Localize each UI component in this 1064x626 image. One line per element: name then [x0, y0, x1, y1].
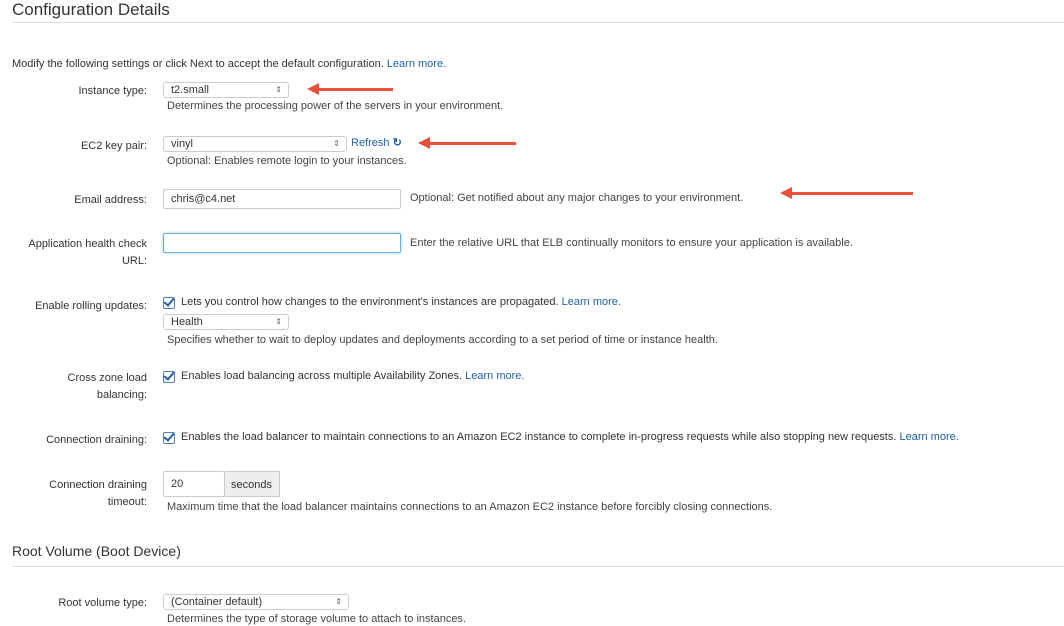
page-title: Configuration Details [12, 0, 170, 19]
cross-zone-label: Cross zone load balancing: [12, 370, 148, 404]
rolling-learn-more-link[interactable]: Learn more. [562, 296, 621, 308]
rolling-updates-checkbox[interactable] [163, 297, 175, 309]
rolling-type-select[interactable]: Health ⇕ [163, 314, 289, 330]
annotation-arrow-icon [418, 137, 516, 149]
refresh-icon: ↻ [392, 137, 402, 149]
root-volume-type-label: Root volume type: [58, 597, 147, 609]
rolling-help: Specifies whether to wait to deploy upda… [167, 334, 718, 346]
connection-draining-checkbox[interactable] [163, 432, 175, 444]
intro-text: Modify the following settings or click N… [12, 58, 446, 70]
draining-timeout-label: Connection draining timeout: [12, 477, 147, 511]
cross-zone-label-line1: Cross zone load [67, 372, 148, 384]
draining-learn-more-link[interactable]: Learn more. [899, 431, 958, 443]
instance-type-label: Instance type: [78, 85, 148, 97]
cross-zone-text: Enables load balancing across multiple A… [181, 370, 524, 382]
annotation-arrow-icon [780, 187, 913, 199]
connection-draining-description: Enables the load balancer to maintain co… [181, 431, 897, 443]
rolling-updates-text: Lets you control how changes to the envi… [181, 296, 621, 308]
draining-timeout-input[interactable]: 20 [163, 471, 225, 497]
health-url-input[interactable] [163, 233, 401, 253]
cross-zone-learn-more-link[interactable]: Learn more. [465, 370, 524, 382]
cross-zone-label-line2: balancing: [96, 389, 147, 401]
select-arrows-icon: ⇕ [335, 597, 342, 606]
draining-timeout-label-line1: Connection draining [49, 479, 147, 491]
cross-zone-description: Enables load balancing across multiple A… [181, 370, 463, 382]
connection-draining-label: Connection draining: [46, 434, 147, 446]
key-pair-label: EC2 key pair: [80, 140, 147, 152]
rolling-type-value: Health [171, 316, 203, 328]
title-divider [12, 22, 1064, 23]
root-volume-type-value: (Container default) [171, 596, 263, 608]
root-volume-type-select[interactable]: (Container default) ⇕ [163, 594, 349, 610]
root-volume-type-help: Determines the type of storage volume to… [167, 613, 466, 625]
email-input[interactable]: chris@c4.net [163, 189, 401, 209]
key-pair-value: vinyl [171, 138, 194, 150]
draining-timeout-help: Maximum time that the load balancer main… [167, 501, 773, 513]
health-url-label-line2: URL: [121, 255, 147, 267]
health-url-label-line1: Application health check [28, 238, 147, 250]
health-url-help: Enter the relative URL that ELB continua… [410, 237, 853, 249]
connection-draining-text: Enables the load balancer to maintain co… [181, 431, 959, 443]
root-volume-title: Root Volume (Boot Device) [12, 543, 181, 559]
instance-type-value: t2.small [171, 84, 209, 96]
health-url-label: Application health check URL: [12, 236, 147, 270]
root-volume-divider [12, 566, 1064, 567]
annotation-arrow-icon [307, 83, 393, 95]
draining-timeout-label-line2: timeout: [107, 496, 147, 508]
intro-learn-more-link[interactable]: Learn more. [387, 58, 446, 70]
select-arrows-icon: ⇕ [275, 317, 282, 326]
instance-type-help: Determines the processing power of the s… [167, 100, 504, 112]
refresh-link[interactable]: Refresh ↻ [351, 136, 402, 149]
email-label: Email address: [74, 194, 147, 206]
instance-type-select[interactable]: t2.small ⇕ [163, 82, 289, 98]
intro-label: Modify the following settings or click N… [12, 58, 384, 70]
seconds-addon: seconds [225, 471, 280, 497]
cross-zone-checkbox[interactable] [163, 371, 175, 383]
rolling-updates-label: Enable rolling updates: [35, 300, 147, 312]
email-value: chris@c4.net [171, 193, 236, 205]
key-pair-help: Optional: Enables remote login to your i… [167, 155, 407, 167]
refresh-label: Refresh [351, 137, 390, 149]
email-help: Optional: Get notified about any major c… [410, 192, 744, 204]
select-arrows-icon: ⇕ [275, 85, 282, 94]
select-arrows-icon: ⇕ [333, 139, 340, 148]
key-pair-select[interactable]: vinyl ⇕ [163, 136, 347, 152]
rolling-updates-description: Lets you control how changes to the envi… [181, 296, 559, 308]
draining-timeout-value: 20 [171, 478, 184, 490]
